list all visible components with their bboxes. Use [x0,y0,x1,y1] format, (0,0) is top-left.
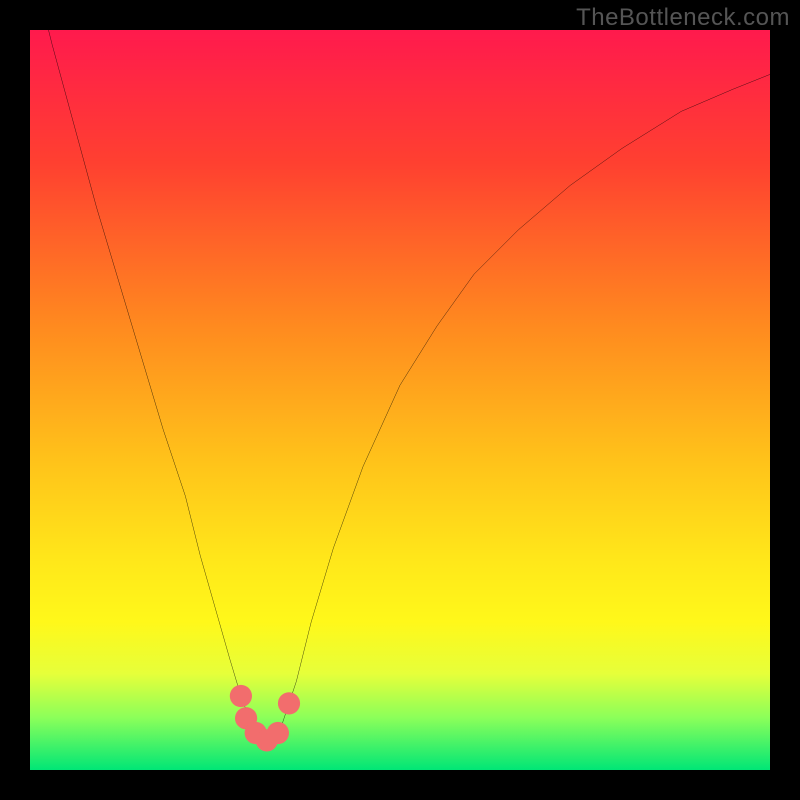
marker-dot [230,685,252,707]
chart-frame: TheBottleneck.com [0,0,800,800]
marker-dot [278,692,300,714]
chart-background [30,30,770,770]
chart-canvas [30,30,770,770]
watermark-text: TheBottleneck.com [576,4,790,32]
marker-dot [267,722,289,744]
